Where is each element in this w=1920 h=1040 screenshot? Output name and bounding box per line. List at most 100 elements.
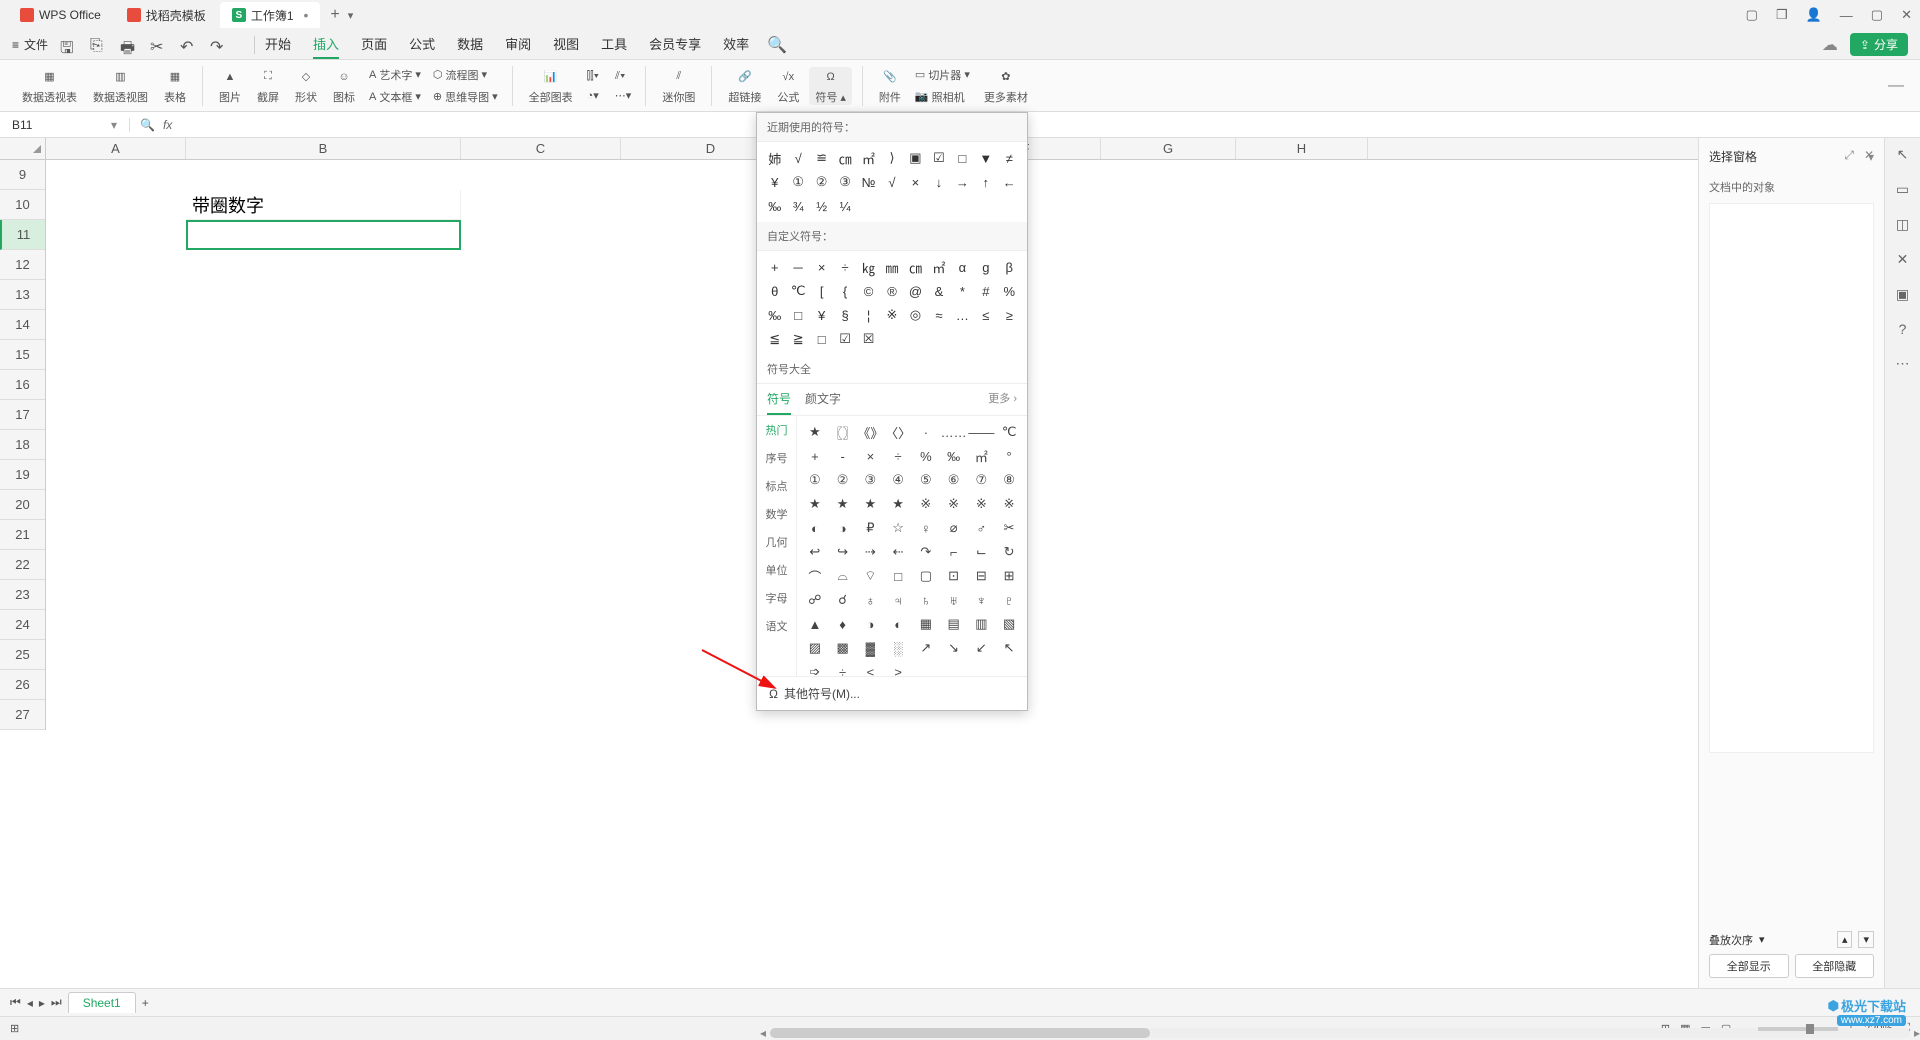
symbol-item[interactable]: 姉 [763, 146, 786, 170]
symbol-item[interactable]: ☑ [833, 327, 856, 351]
cat-item[interactable]: 单位 [757, 556, 796, 584]
symbol-item[interactable]: ◑ [829, 516, 857, 540]
mindmap-button[interactable]: ⊕思维导图▾ [429, 87, 502, 107]
row-24[interactable]: 24 [0, 610, 45, 640]
symbol-item[interactable]: ░ [884, 636, 912, 660]
save-icon[interactable]: 🖫 [60, 37, 76, 53]
tab-view[interactable]: 视图 [553, 30, 579, 59]
cut-icon[interactable]: ✂ [150, 37, 166, 53]
other-symbols-button[interactable]: Ω其他符号(M)... [757, 676, 1027, 710]
app-box-icon[interactable]: ▢ [1746, 7, 1758, 23]
symbol-item[interactable]: ▩ [829, 636, 857, 660]
symbol-item[interactable]: ② [810, 170, 833, 194]
symbol-item[interactable]: # [974, 279, 997, 303]
symbol-button[interactable]: Ω符号 ▴ [809, 67, 852, 105]
symbol-item[interactable]: © [857, 279, 880, 303]
symbol-item[interactable]: ÷ [829, 660, 857, 676]
row-12[interactable]: 12 [0, 250, 45, 280]
symbol-item[interactable]: ⑥ [940, 468, 968, 492]
move-down-icon[interactable]: ▾ [1858, 931, 1874, 948]
maximize-icon[interactable]: ▢ [1871, 7, 1883, 23]
symbol-item[interactable]: № [857, 170, 880, 194]
symbol-item[interactable]: @ [904, 279, 927, 303]
symbol-item[interactable]: ☆ [884, 516, 912, 540]
symbol-item[interactable]: ↩ [801, 540, 829, 564]
symbol-item[interactable]: ◎ [904, 303, 927, 327]
symbol-item[interactable]: + [801, 444, 829, 468]
symbol-item[interactable]: ⌀ [940, 516, 968, 540]
row-21[interactable]: 21 [0, 520, 45, 550]
symbol-item[interactable]: · [912, 420, 940, 444]
symbol-item[interactable]: ㎏ [857, 255, 880, 279]
move-up-icon[interactable]: ▴ [1837, 931, 1853, 948]
symbol-item[interactable]: ⊟ [968, 564, 996, 588]
symbol-item[interactable]: ↗ [912, 636, 940, 660]
piechart-icon[interactable]: ◔▾ [583, 87, 603, 104]
symbol-item[interactable]: ★ [829, 492, 857, 516]
select-tool-icon[interactable]: ↖ [1897, 146, 1909, 163]
symbol-item[interactable]: ↓ [927, 170, 950, 194]
symbol-item[interactable]: ※ [995, 492, 1023, 516]
symbol-item[interactable]: ↷ [912, 540, 940, 564]
more-link[interactable]: 更多 › [988, 390, 1017, 415]
symbol-item[interactable]: ↘ [940, 636, 968, 660]
symbol-item[interactable]: ⑦ [968, 468, 996, 492]
tab-close-icon[interactable]: • [304, 7, 309, 23]
symbol-item[interactable]: □ [951, 146, 974, 170]
row-26[interactable]: 26 [0, 670, 45, 700]
col-G[interactable]: G [1101, 138, 1236, 159]
tab-efficiency[interactable]: 效率 [723, 30, 749, 59]
equation-button[interactable]: √x公式 [771, 67, 805, 105]
symbol-item[interactable]: × [857, 444, 885, 468]
symbol-item[interactable]: ♄ [912, 588, 940, 612]
shapes-button[interactable]: ◇形状 [289, 67, 323, 105]
close-pane-icon[interactable]: ✕ [1864, 148, 1874, 162]
col-H[interactable]: H [1236, 138, 1368, 159]
symbol-item[interactable]: ® [880, 279, 903, 303]
share-button[interactable]: ⇪分享 [1850, 33, 1908, 56]
symbol-item[interactable]: → [951, 170, 974, 194]
sym-tab[interactable]: 符号 [767, 390, 791, 415]
allcharts-button[interactable]: 📊全部图表 [523, 67, 579, 105]
symbol-item[interactable]: 《》 [857, 420, 885, 444]
symbol-item[interactable]: ⑧ [995, 468, 1023, 492]
icons-button[interactable]: ☺图标 [327, 67, 361, 105]
tab-tools[interactable]: 工具 [601, 30, 627, 59]
symbol-item[interactable]: ↖ [995, 636, 1023, 660]
symbol-item[interactable]: ▢ [912, 564, 940, 588]
prev-sheet-icon[interactable]: ◂ [27, 996, 33, 1010]
row-22[interactable]: 22 [0, 550, 45, 580]
tool4-icon[interactable]: ✕ [1897, 251, 1909, 268]
screenshot-button[interactable]: ⛶截屏 [251, 67, 285, 105]
avatar-icon[interactable]: 👤 [1806, 7, 1822, 23]
minimize-icon[interactable]: — [1840, 8, 1853, 23]
symbol-item[interactable]: ♂ [968, 516, 996, 540]
textbox-button[interactable]: A文本框▾ [365, 87, 425, 107]
row-16[interactable]: 16 [0, 370, 45, 400]
symbol-item[interactable]: ★ [801, 492, 829, 516]
symbol-item[interactable]: ③ [833, 170, 856, 194]
tool5-icon[interactable]: ▣ [1896, 286, 1909, 303]
symbol-item[interactable]: ▤ [940, 612, 968, 636]
print-icon[interactable]: ⎘ [90, 37, 106, 53]
sparkline-button[interactable]: ⫽迷你图 [656, 67, 701, 105]
tool2-icon[interactable]: ▭ [1896, 181, 1909, 198]
symbol-item[interactable]: { [833, 279, 856, 303]
cat-item[interactable]: 热门 [757, 416, 796, 444]
symbol-item[interactable]: ㎝ [904, 255, 927, 279]
symbol-item[interactable]: ≠ [998, 146, 1021, 170]
col-A[interactable]: A [46, 138, 186, 159]
symbol-item[interactable]: ☍ [801, 588, 829, 612]
symbol-item[interactable]: ▓ [857, 636, 885, 660]
first-sheet-icon[interactable]: ⏮ [10, 995, 21, 1010]
app-cube-icon[interactable]: ❒ [1776, 7, 1788, 23]
symbol-item[interactable]: ≧ [786, 327, 809, 351]
tab-formula[interactable]: 公式 [409, 30, 435, 59]
symbol-item[interactable]: ↪ [829, 540, 857, 564]
cat-item[interactable]: 字母 [757, 584, 796, 612]
zoom-slider[interactable] [1758, 1027, 1838, 1031]
symbol-item[interactable]: ▣ [904, 146, 927, 170]
symbol-item[interactable]: ㎜ [880, 255, 903, 279]
row-9[interactable]: 9 [0, 160, 45, 190]
symbol-item[interactable]: ▧ [995, 612, 1023, 636]
